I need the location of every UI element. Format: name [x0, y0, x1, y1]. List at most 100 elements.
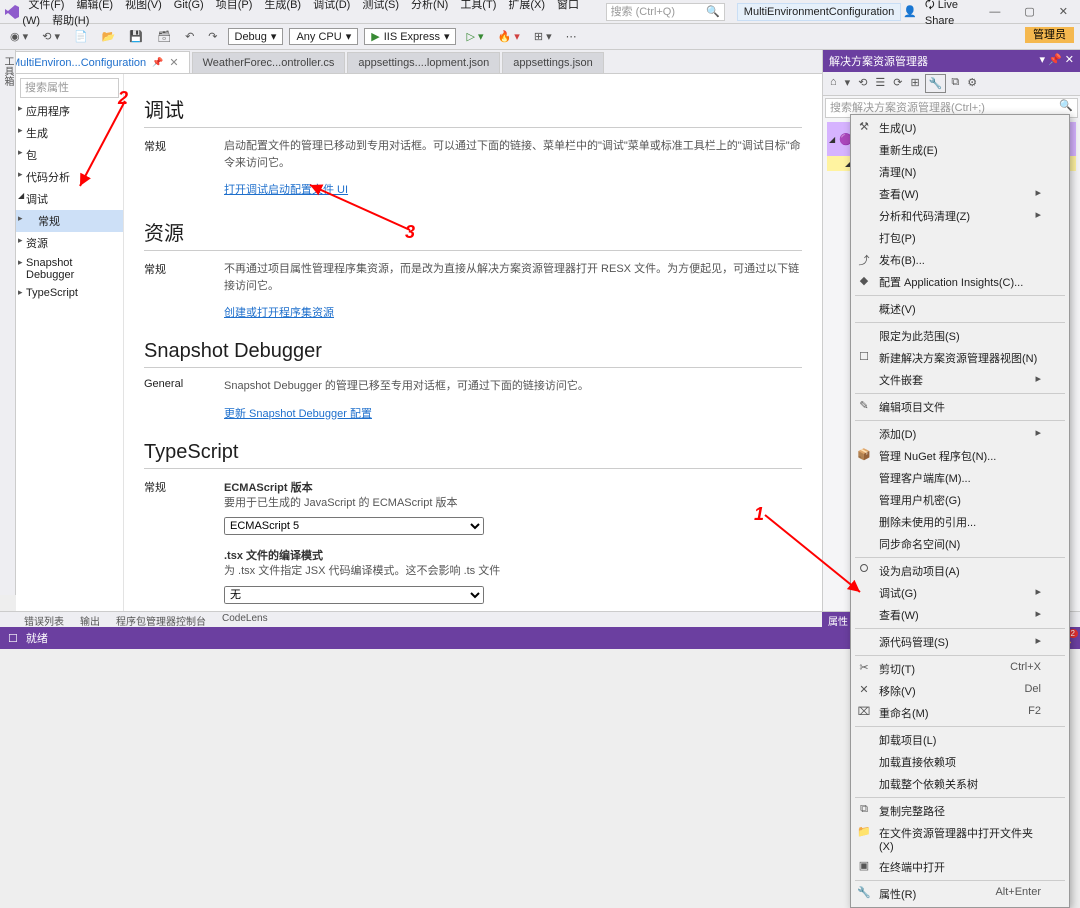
collapse-icon[interactable]: ▾: [842, 74, 854, 93]
context-menu-item[interactable]: ◆配置 Application Insights(C)...: [851, 271, 1069, 293]
menu-item[interactable]: 项目(P): [210, 0, 259, 14]
menu-item[interactable]: 生成(B): [258, 0, 307, 14]
tsx-mode-select[interactable]: 无: [224, 586, 484, 604]
update-snapshot-link[interactable]: 更新 Snapshot Debugger 配置: [224, 405, 372, 421]
bottom-tab[interactable]: 输出: [72, 612, 108, 627]
close-panel-icon[interactable]: ✕: [1065, 54, 1074, 66]
editor-tab[interactable]: appsettings....lopment.json: [347, 52, 500, 73]
close-button[interactable]: ✕: [1051, 3, 1076, 20]
context-menu-item[interactable]: 添加(D)▸: [851, 423, 1069, 445]
context-menu-item[interactable]: 调试(G)▸: [851, 582, 1069, 604]
home-icon[interactable]: ⌂: [827, 74, 840, 93]
global-search-input[interactable]: 搜索 (Ctrl+Q) 🔍: [606, 3, 725, 21]
menu-item[interactable]: 视图(V): [119, 0, 168, 14]
context-menu-item[interactable]: 查看(W)▸: [851, 183, 1069, 205]
menu-item[interactable]: 调试(D): [307, 0, 356, 14]
context-menu-item[interactable]: 管理用户机密(G): [851, 489, 1069, 511]
context-menu-item[interactable]: 分析和代码清理(Z)▸: [851, 205, 1069, 227]
context-menu-item[interactable]: ⌧重命名(M)F2: [851, 702, 1069, 724]
save-icon[interactable]: 💾: [125, 28, 147, 45]
property-tree-node[interactable]: 应用程序: [16, 100, 123, 122]
context-menu-item[interactable]: 🔧属性(R)Alt+Enter: [851, 883, 1069, 905]
context-menu-item[interactable]: 查看(W)▸: [851, 604, 1069, 626]
wrench-icon[interactable]: ⚙: [964, 74, 980, 93]
context-menu-item[interactable]: ⚒生成(U): [851, 117, 1069, 139]
bottom-tab[interactable]: 错误列表: [16, 612, 72, 627]
menu-item[interactable]: 工具(T): [454, 0, 502, 14]
undo-icon[interactable]: ↶: [181, 28, 198, 45]
context-menu-item[interactable]: 管理客户端库(M)...: [851, 467, 1069, 489]
platform-combo[interactable]: Any CPU ▾: [289, 28, 358, 45]
live-share-button[interactable]: 🗘 Live Share: [925, 0, 973, 27]
showall-icon[interactable]: ☰: [872, 74, 888, 93]
menu-item[interactable]: 分析(N): [405, 0, 454, 14]
editor-tab[interactable]: WeatherForec...ontroller.cs: [192, 52, 346, 73]
config-combo[interactable]: Debug ▾: [228, 28, 284, 45]
context-menu-item[interactable]: 加载整个依赖关系树: [851, 773, 1069, 795]
saveall-icon[interactable]: 🗃: [153, 28, 175, 45]
menu-item[interactable]: 测试(S): [356, 0, 405, 14]
context-menu-item[interactable]: 文件嵌套▸: [851, 369, 1069, 391]
refresh-icon[interactable]: ⟳: [890, 74, 905, 93]
editor-tab[interactable]: MultiEnviron...Configuration 📌 ✕: [0, 51, 190, 73]
property-tree-node[interactable]: 资源: [16, 232, 123, 254]
maximize-button[interactable]: ▢: [1016, 3, 1042, 20]
context-menu-item[interactable]: 限定为此范围(S): [851, 325, 1069, 347]
preview-icon[interactable]: ⧉: [948, 74, 962, 93]
context-menu-item[interactable]: 删除未使用的引用...: [851, 511, 1069, 533]
context-menu-item[interactable]: ⭘设为启动项目(A): [851, 560, 1069, 582]
context-menu-item[interactable]: ⧉复制完整路径: [851, 800, 1069, 822]
context-menu-item[interactable]: 概述(V): [851, 298, 1069, 320]
menu-item[interactable]: 帮助(H): [46, 12, 95, 30]
context-menu-item[interactable]: 同步命名空间(N): [851, 533, 1069, 555]
context-menu-item[interactable]: 📁在文件资源管理器中打开文件夹(X): [851, 822, 1069, 856]
context-menu-item[interactable]: ✂剪切(T)Ctrl+X: [851, 658, 1069, 680]
hot-reload-icon[interactable]: 🔥 ▾: [494, 28, 524, 45]
open-assembly-resources-link[interactable]: 创建或打开程序集资源: [224, 304, 334, 320]
menu-item[interactable]: 扩展(X): [502, 0, 551, 14]
nav-fwd-icon[interactable]: ⟲ ▾: [38, 28, 64, 45]
browser-icon[interactable]: ⊞ ▾: [530, 28, 556, 45]
property-tree-node[interactable]: 生成: [16, 122, 123, 144]
minimize-button[interactable]: —: [981, 4, 1008, 20]
property-tree-node[interactable]: 代码分析: [16, 166, 123, 188]
nest-icon[interactable]: ⊞: [908, 74, 923, 93]
property-tree-node[interactable]: TypeScript: [16, 284, 123, 302]
menu-item[interactable]: Git(G): [168, 0, 210, 14]
context-menu-item[interactable]: ⤴发布(B)...: [851, 249, 1069, 271]
context-menu-item[interactable]: 卸载项目(L): [851, 729, 1069, 751]
context-menu-item[interactable]: ▣在终端中打开: [851, 856, 1069, 878]
more-icon[interactable]: ⋯: [562, 28, 581, 45]
pin-icon[interactable]: ▾ 📌: [1039, 54, 1061, 66]
context-menu-item[interactable]: ✎编辑项目文件: [851, 396, 1069, 418]
context-menu-item[interactable]: 清理(N): [851, 161, 1069, 183]
context-menu-item[interactable]: ✕移除(V)Del: [851, 680, 1069, 702]
new-icon[interactable]: 📄: [70, 28, 92, 45]
toolbox-gutter[interactable]: 工具箱: [0, 50, 16, 595]
context-menu-item[interactable]: ☐新建解决方案资源管理器视图(N): [851, 347, 1069, 369]
nav-back-icon[interactable]: ◉ ▾: [6, 28, 32, 45]
property-tree-node[interactable]: 调试: [16, 188, 123, 210]
user-icon[interactable]: 👤: [903, 5, 917, 18]
properties-icon[interactable]: 🔧: [925, 74, 947, 93]
bottom-tab[interactable]: CodeLens: [214, 612, 276, 627]
redo-icon[interactable]: ↷: [204, 28, 221, 45]
context-menu-item[interactable]: 打包(P): [851, 227, 1069, 249]
run-button[interactable]: ▶ IIS Express ▾: [364, 28, 456, 45]
property-tree-node[interactable]: 包: [16, 144, 123, 166]
context-menu-item[interactable]: 源代码管理(S)▸: [851, 631, 1069, 653]
start-no-debug-icon[interactable]: ▷ ▾: [462, 28, 487, 45]
context-menu-item[interactable]: 加载直接依赖项: [851, 751, 1069, 773]
context-menu-item[interactable]: 📦管理 NuGet 程序包(N)...: [851, 445, 1069, 467]
property-search-input[interactable]: 搜索属性: [20, 78, 119, 98]
open-launch-profiles-link[interactable]: 打开调试启动配置文件 UI: [224, 181, 348, 197]
open-icon[interactable]: 📂: [98, 28, 120, 45]
property-tree-child[interactable]: 常规: [16, 210, 123, 232]
ecma-version-select[interactable]: ECMAScript 5: [224, 517, 484, 535]
startup-project-selector[interactable]: MultiEnvironmentConfiguration: [737, 3, 901, 21]
property-tree-node[interactable]: Snapshot Debugger: [16, 254, 123, 284]
context-menu-item[interactable]: 重新生成(E): [851, 139, 1069, 161]
bottom-tab[interactable]: 程序包管理器控制台: [108, 612, 214, 627]
editor-tab[interactable]: appsettings.json: [502, 52, 604, 73]
sync-icon[interactable]: ⟲: [855, 74, 870, 93]
